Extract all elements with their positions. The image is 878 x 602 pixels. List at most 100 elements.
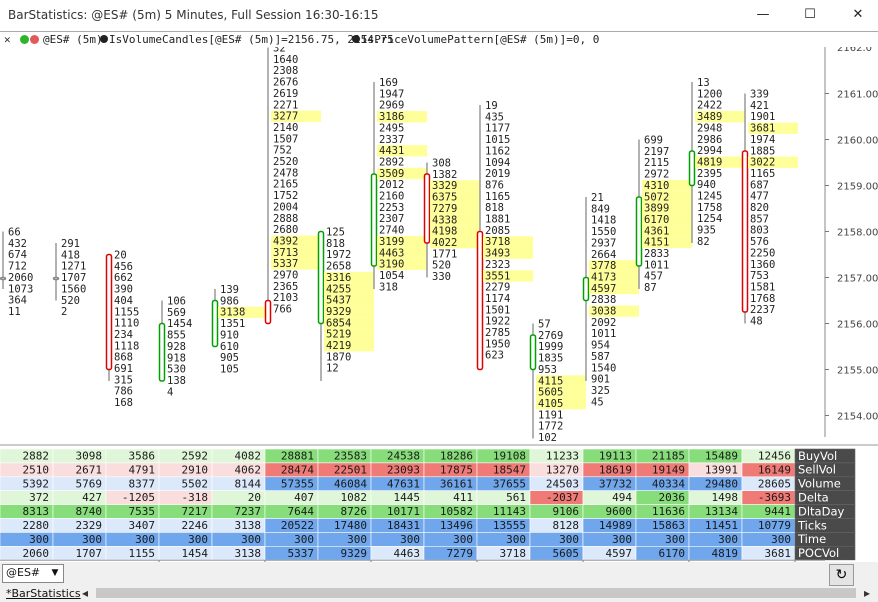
candle-body[interactable] [635, 196, 643, 267]
volume-at-price: 2092 [591, 317, 616, 329]
chart-area[interactable]: 2161.00 2160.00 2159.00 2158.00 2157.00 2156.… [0, 47, 878, 562]
stats-value: 10171 [387, 505, 420, 518]
stats-value: 7535 [129, 505, 156, 518]
symbol-selector[interactable]: @ES# ▼ [2, 564, 64, 583]
volume-at-price: 2937 [591, 237, 616, 249]
volume-at-price: 2658 [326, 261, 351, 273]
stats-value: 11143 [493, 505, 526, 518]
volume-at-price: 2740 [379, 225, 404, 237]
volume-at-price: 6170 [644, 214, 669, 226]
stats-value: 3681 [765, 547, 792, 560]
volume-at-price: 849 [591, 203, 610, 215]
stats-value: 8313 [23, 505, 50, 518]
maximize-button[interactable]: ☐ [790, 4, 830, 26]
volume-at-price: 421 [750, 100, 769, 112]
stats-value: 7279 [447, 547, 474, 560]
volume-at-price: 910 [220, 329, 239, 341]
tab-barstatistics[interactable]: *BarStatistics [6, 587, 81, 600]
stats-value: 2036 [659, 491, 686, 504]
stats-value: 3586 [129, 450, 156, 463]
stats-value: 407 [294, 491, 314, 504]
volume-at-price: 105 [220, 363, 239, 375]
candle-body[interactable] [0, 276, 7, 281]
stats-value: 19149 [652, 463, 685, 476]
stats-value: 18547 [493, 463, 526, 476]
candle-body[interactable] [211, 299, 219, 348]
volume-at-price: 330 [432, 271, 451, 283]
volume-at-price: 1174 [485, 293, 510, 305]
candle-body[interactable] [52, 276, 60, 281]
stats-value: 300 [294, 533, 314, 546]
chevron-down-icon[interactable]: ▼ [48, 566, 62, 581]
volume-at-price: 2972 [644, 169, 669, 181]
volume-at-price: 169 [379, 77, 398, 89]
volume-at-price: 3316 [326, 272, 351, 284]
volume-at-price: 2253 [379, 202, 404, 214]
candle-body[interactable] [370, 173, 378, 267]
volume-at-price: 4173 [591, 271, 616, 283]
indicator-dot-icon [100, 35, 108, 43]
info-symbol-label: @ES# (5m) [43, 33, 103, 46]
stats-value: -1205 [122, 491, 155, 504]
candle-body[interactable] [264, 299, 272, 325]
candle-body[interactable] [529, 334, 537, 371]
stats-value: 13496 [440, 519, 473, 532]
candle-body[interactable] [105, 253, 113, 371]
volume-at-price: 6375 [432, 192, 457, 204]
stats-value: 300 [347, 533, 367, 546]
candle-body[interactable] [741, 150, 749, 313]
volume-at-price: 1507 [273, 133, 298, 145]
volume-at-price: 674 [8, 249, 27, 261]
volume-at-price: 1974 [750, 134, 775, 146]
candle-body[interactable] [423, 173, 431, 244]
volume-at-price: 4361 [644, 225, 669, 237]
stats-value: 4062 [235, 463, 262, 476]
stats-value: 9441 [765, 505, 792, 518]
candle-body[interactable] [158, 322, 166, 382]
volume-at-price: 2237 [750, 304, 775, 316]
stats-value: 14989 [599, 519, 632, 532]
stats-value: 300 [29, 533, 49, 546]
stats-value: 300 [771, 533, 791, 546]
stats-value: 8740 [76, 505, 103, 518]
stats-value: 300 [400, 533, 420, 546]
volume-at-price: 4022 [432, 237, 457, 249]
stats-value: 28474 [281, 463, 314, 476]
candle-body[interactable] [688, 150, 696, 187]
volume-at-price: 2197 [644, 146, 669, 158]
volume-at-price: 1177 [485, 123, 510, 135]
stats-value: 7217 [182, 505, 209, 518]
candle-body[interactable] [317, 230, 325, 325]
stats-value: 11451 [705, 519, 738, 532]
stats-value: 13270 [546, 463, 579, 476]
volume-at-price: 820 [750, 202, 769, 214]
info-close-icon[interactable]: ✕ [4, 32, 11, 47]
volume-at-price: 2012 [379, 179, 404, 191]
price-axis-label: 2155.00 [837, 366, 878, 377]
volume-at-price: 1870 [326, 351, 351, 363]
stats-value: 4597 [606, 547, 633, 560]
stats-value: 2882 [23, 450, 50, 463]
minimize-button[interactable]: — [743, 4, 783, 26]
volume-at-price: 2892 [379, 156, 404, 168]
horizontal-scrollbar[interactable] [96, 588, 856, 598]
volume-at-price: 48 [750, 316, 763, 328]
volume-at-price: 2948 [697, 122, 722, 134]
stats-value: 2910 [182, 463, 209, 476]
candle-body[interactable] [476, 230, 484, 371]
scroll-left-icon[interactable]: ◂ [82, 586, 88, 600]
stats-row-label: Volume [798, 477, 841, 491]
volume-at-price: 3186 [379, 111, 404, 123]
volume-at-price: 610 [220, 341, 239, 353]
volume-at-price: 1922 [485, 316, 510, 328]
volume-at-price: 138 [167, 375, 186, 387]
close-button[interactable]: ✕ [838, 4, 878, 26]
stats-value: 2246 [182, 519, 209, 532]
candle-body[interactable] [582, 276, 590, 302]
refresh-button[interactable]: ↻ [829, 564, 854, 586]
stats-value: 2671 [76, 463, 103, 476]
volume-at-price: 576 [750, 236, 769, 248]
volume-at-price: 318 [379, 281, 398, 293]
stats-value: -318 [182, 491, 209, 504]
scroll-right-icon[interactable]: ▸ [864, 586, 870, 600]
